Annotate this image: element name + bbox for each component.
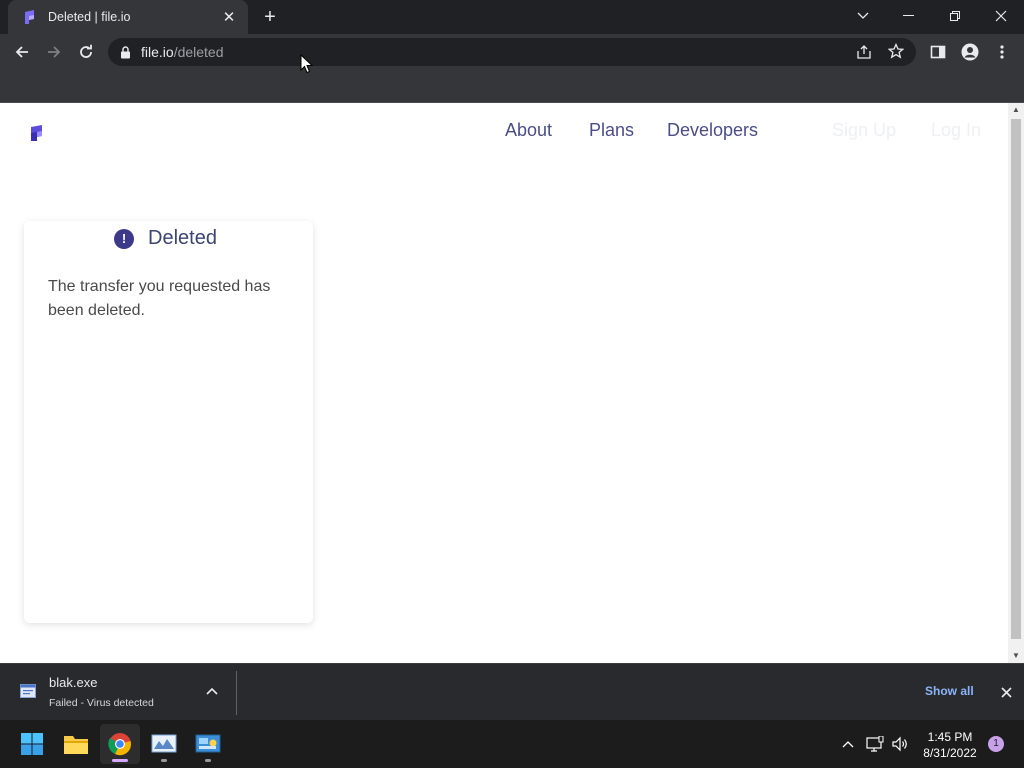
taskbar-clock[interactable]: 1:45 PM 8/31/2022 bbox=[915, 729, 985, 761]
side-panel-icon[interactable] bbox=[924, 38, 952, 66]
mouse-cursor-icon bbox=[300, 54, 314, 74]
running-app-indicator bbox=[205, 759, 211, 762]
chevron-up-icon[interactable] bbox=[204, 684, 220, 700]
restore-icon[interactable] bbox=[932, 0, 978, 32]
new-tab-plus-icon[interactable]: + bbox=[258, 5, 282, 29]
download-shelf: blak.exe Failed - Virus detected Show al… bbox=[0, 663, 1024, 720]
volume-icon[interactable] bbox=[890, 734, 910, 754]
download-separator bbox=[236, 671, 237, 715]
tab-search-chevron-icon[interactable] bbox=[840, 0, 886, 32]
nav-about-link[interactable]: About bbox=[505, 120, 552, 141]
browser-titlebar: Deleted | file.io ✕ + bbox=[0, 0, 1024, 34]
scroll-down-arrow-icon[interactable]: ▼ bbox=[1008, 649, 1024, 663]
show-all-downloads-link[interactable]: Show all bbox=[925, 684, 974, 698]
page-scrollbar[interactable]: ▲ ▼ bbox=[1008, 103, 1024, 663]
windows-taskbar: 1:45 PM 8/31/2022 1 bbox=[0, 720, 1024, 768]
download-status: Failed - Virus detected bbox=[49, 697, 154, 709]
card-title: Deleted bbox=[148, 227, 217, 249]
tab-title: Deleted | file.io bbox=[48, 10, 131, 24]
scrollbar-thumb[interactable] bbox=[1011, 119, 1021, 639]
monitor-app-icon[interactable] bbox=[144, 724, 184, 764]
tab-close-icon[interactable]: ✕ bbox=[220, 8, 238, 26]
kebab-menu-icon[interactable] bbox=[988, 38, 1016, 66]
clock-date: 8/31/2022 bbox=[923, 746, 977, 760]
control-panel-icon[interactable] bbox=[188, 724, 228, 764]
forward-arrow-icon[interactable] bbox=[40, 38, 68, 66]
download-file-name[interactable]: blak.exe bbox=[49, 675, 97, 690]
url-path: /deleted bbox=[173, 44, 224, 60]
profile-avatar-icon[interactable] bbox=[956, 38, 984, 66]
bookmark-star-icon[interactable] bbox=[887, 42, 905, 64]
share-icon[interactable] bbox=[856, 44, 872, 65]
close-window-icon[interactable] bbox=[978, 0, 1024, 32]
file-io-logo-icon[interactable] bbox=[30, 124, 44, 142]
network-icon[interactable] bbox=[865, 734, 885, 754]
exclamation-alert-icon: ! bbox=[114, 228, 134, 249]
chrome-icon[interactable] bbox=[100, 724, 140, 764]
card-message: The transfer you requested has been dele… bbox=[48, 278, 271, 319]
file-explorer-icon[interactable] bbox=[56, 724, 96, 764]
minimize-icon[interactable] bbox=[886, 0, 932, 32]
nav-log-in-link[interactable]: Log In bbox=[931, 120, 981, 141]
web-page: About Plans Developers Sign Up Log In ! … bbox=[0, 103, 1008, 663]
nav-developers-link[interactable]: Developers bbox=[667, 120, 758, 141]
windows-start-icon[interactable] bbox=[12, 724, 52, 764]
nav-plans-link[interactable]: Plans bbox=[589, 120, 634, 141]
bookmarks-bar bbox=[0, 70, 1024, 103]
file-io-favicon-icon bbox=[25, 10, 34, 24]
notification-badge[interactable]: 1 bbox=[988, 736, 1004, 752]
scroll-up-arrow-icon[interactable]: ▲ bbox=[1008, 103, 1024, 117]
running-app-indicator bbox=[161, 759, 167, 762]
executable-file-icon bbox=[20, 684, 36, 698]
lock-icon[interactable] bbox=[120, 45, 131, 59]
address-bar[interactable]: file.io/deleted bbox=[108, 38, 916, 66]
active-app-indicator bbox=[112, 759, 128, 762]
clock-time: 1:45 PM bbox=[927, 730, 973, 744]
browser-tab[interactable]: Deleted | file.io ✕ bbox=[8, 0, 248, 34]
close-download-shelf-icon[interactable] bbox=[996, 682, 1016, 702]
tray-overflow-chevron-icon[interactable] bbox=[838, 734, 858, 754]
deleted-card: ! Deleted The transfer you requested has… bbox=[24, 221, 313, 623]
reload-icon[interactable] bbox=[72, 38, 100, 66]
card-header: ! Deleted bbox=[114, 227, 217, 250]
nav-sign-up-link[interactable]: Sign Up bbox=[832, 120, 896, 141]
browser-toolbar: file.io/deleted bbox=[0, 34, 1024, 70]
url-host: file.io bbox=[141, 44, 174, 60]
back-arrow-icon[interactable] bbox=[8, 38, 36, 66]
